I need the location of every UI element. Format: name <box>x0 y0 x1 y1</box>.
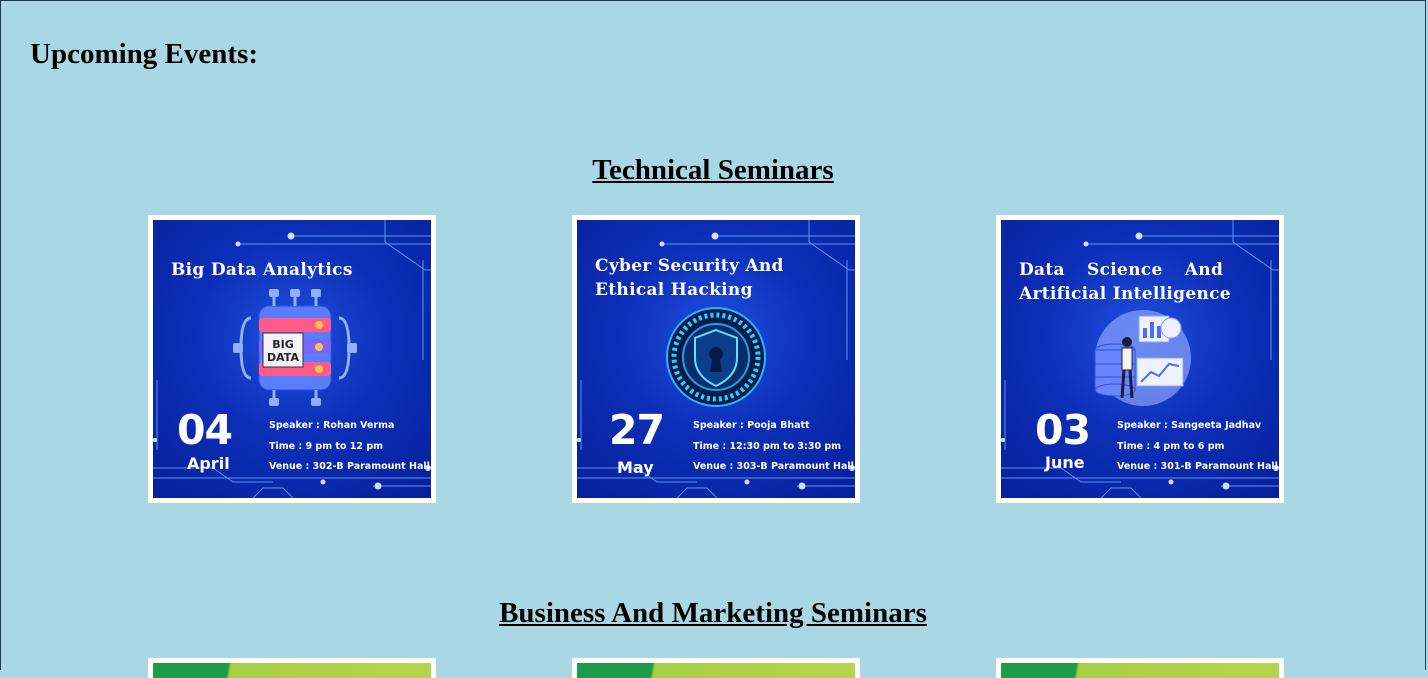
event-poster-partial <box>1001 663 1279 678</box>
event-month: April <box>187 454 230 473</box>
event-venue: Venue : 303-B Paramount Hall <box>693 461 854 472</box>
svg-text:DATA: DATA <box>267 351 299 364</box>
event-card-big-data[interactable]: Big Data Analytics BIG DATA 04 April Spe… <box>148 215 436 503</box>
event-details: Speaker : Pooja Bhatt Time : 12:30 pm to… <box>693 416 855 478</box>
event-details: Speaker : Rohan Verma Time : 9 pm to 12 … <box>269 416 431 478</box>
event-card-cyber-security[interactable]: Cyber Security And Ethical Hacking 27 Ma… <box>572 215 860 503</box>
event-title: Data Science And Artificial Intelligence <box>1019 260 1231 304</box>
event-poster: Cyber Security And Ethical Hacking 27 Ma… <box>577 220 855 498</box>
event-card-business-1[interactable] <box>148 658 436 678</box>
security-shield-lock-icon <box>666 307 766 407</box>
event-month: June <box>1045 453 1085 472</box>
event-day: 27 <box>609 406 665 454</box>
svg-text:BIG: BIG <box>272 338 294 351</box>
event-poster-partial <box>153 663 431 678</box>
event-time: Time : 4 pm to 6 pm <box>1117 440 1225 452</box>
event-title: Big Data Analytics <box>171 260 353 280</box>
event-card-data-science[interactable]: Data Science And Artificial Intelligence… <box>996 215 1284 503</box>
event-title: Cyber Security And Ethical Hacking <box>595 256 784 300</box>
event-venue: Venue : 302-B Paramount Hall <box>269 461 430 472</box>
event-card-business-2[interactable] <box>572 658 860 678</box>
event-day: 04 <box>177 406 233 454</box>
big-data-server-icon: BIG DATA <box>233 289 357 406</box>
event-time: Time : 12:30 pm to 3:30 pm <box>693 440 842 452</box>
event-poster: Data Science And Artificial Intelligence… <box>1001 220 1279 498</box>
event-speaker: Speaker : Pooja Bhatt <box>693 420 810 431</box>
event-card-business-3[interactable] <box>996 658 1284 678</box>
event-poster-partial <box>577 663 855 678</box>
event-venue: Venue : 301-B Paramount Hall <box>1117 461 1278 472</box>
event-time: Time : 9 pm to 12 pm <box>269 440 384 452</box>
event-speaker: Speaker : Sangeeta Jadhav <box>1117 420 1262 431</box>
event-day: 03 <box>1035 406 1091 454</box>
section-title-technical: Technical Seminars <box>592 154 834 186</box>
data-analyst-chart-icon <box>1094 310 1191 406</box>
event-details: Speaker : Sangeeta Jadhav Time : 4 pm to… <box>1117 416 1279 478</box>
event-speaker: Speaker : Rohan Verma <box>269 420 395 431</box>
page-heading: Upcoming Events: <box>30 38 258 70</box>
event-poster: Big Data Analytics BIG DATA 04 April Spe… <box>153 220 431 498</box>
section-title-business: Business And Marketing Seminars <box>499 597 927 629</box>
event-month: May <box>617 458 654 477</box>
